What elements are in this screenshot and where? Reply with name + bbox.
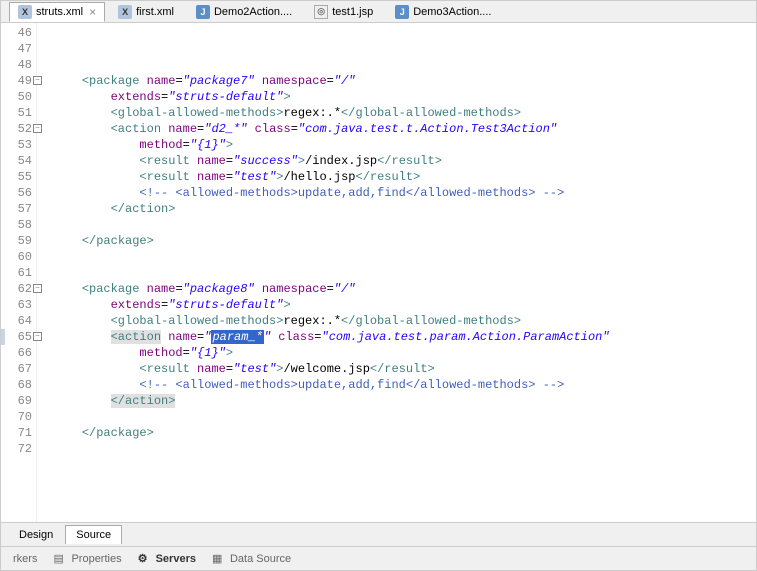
line-number: 54 [9, 153, 32, 169]
code-line[interactable]: <!-- <allowed-methods>update,add,find</a… [53, 377, 756, 393]
code-line[interactable] [53, 441, 756, 457]
code-line[interactable]: method="{1}"> [53, 345, 756, 361]
line-number: 69 [9, 393, 32, 409]
change-marker [1, 329, 5, 345]
line-number: 60 [9, 249, 32, 265]
fold-toggle-icon[interactable]: − [33, 124, 42, 133]
code-line[interactable]: <result name="success">/index.jsp</resul… [53, 153, 756, 169]
mode-tab-source[interactable]: Source [65, 525, 122, 544]
code-line[interactable] [53, 249, 756, 265]
code-line[interactable]: <result name="test">/welcome.jsp</result… [53, 361, 756, 377]
line-number: 55 [9, 169, 32, 185]
code-line[interactable] [53, 217, 756, 233]
code-line[interactable]: <global-allowed-methods>regex:.*</global… [53, 313, 756, 329]
code-line[interactable]: </package> [53, 425, 756, 441]
line-number: 57 [9, 201, 32, 217]
line-number: 50 [9, 89, 32, 105]
code-line[interactable]: <package name="package8" namespace="/" [53, 281, 756, 297]
line-number: 72 [9, 441, 32, 457]
fold-toggle-icon[interactable]: − [33, 284, 42, 293]
code-editor: 46474849−505152−53545556575859606162−636… [1, 23, 756, 522]
line-number: 59 [9, 233, 32, 249]
j-file-icon: J [395, 5, 409, 19]
line-number: 56 [9, 185, 32, 201]
tab-label: struts.xml [36, 6, 83, 18]
tab-demo3action-[interactable]: J Demo3Action.... [386, 2, 500, 22]
line-number: 63 [9, 297, 32, 313]
line-number: 47 [9, 41, 32, 57]
code-line[interactable]: </package> [53, 233, 756, 249]
view-servers[interactable]: ⚙ Servers [138, 552, 196, 566]
line-number: 68 [9, 377, 32, 393]
tab-label: Demo2Action.... [214, 6, 292, 18]
code-line[interactable]: </action> [53, 201, 756, 217]
line-number: 67 [9, 361, 32, 377]
fold-toggle-icon[interactable]: − [33, 76, 42, 85]
line-number: 64 [9, 313, 32, 329]
line-number: 66 [9, 345, 32, 361]
line-number: 46 [9, 25, 32, 41]
line-number: 48 [9, 57, 32, 73]
tab-test1-jsp[interactable]: ◎ test1.jsp [305, 2, 382, 22]
code-line[interactable]: <action name="d2_*" class="com.java.test… [53, 121, 756, 137]
line-number: 52− [9, 121, 32, 137]
tab-demo2action-[interactable]: J Demo2Action.... [187, 2, 301, 22]
view-data-source[interactable]: ▦ Data Source [212, 552, 291, 566]
line-number: 51 [9, 105, 32, 121]
j-file-icon: J [196, 5, 210, 19]
editor-mode-tabs: DesignSource [1, 522, 756, 546]
view-label: Servers [156, 553, 196, 565]
code-line[interactable] [53, 57, 756, 73]
servers-icon: ⚙ [138, 552, 152, 566]
code-line[interactable] [53, 409, 756, 425]
data source-icon: ▦ [212, 552, 226, 566]
code-line[interactable] [53, 41, 756, 57]
line-number: 58 [9, 217, 32, 233]
tab-struts-xml[interactable]: Xstruts.xml × [9, 2, 105, 22]
line-number: 65− [9, 329, 32, 345]
properties-icon: ▤ [53, 552, 67, 566]
x-file-icon: X [18, 5, 32, 19]
code-area[interactable]: <package name="package7" namespace="/" e… [37, 23, 756, 522]
line-number: 62− [9, 281, 32, 297]
view-properties[interactable]: ▤ Properties [53, 552, 121, 566]
view-label: Data Source [230, 553, 291, 565]
jsp-file-icon: ◎ [314, 5, 328, 19]
close-icon[interactable]: × [89, 5, 96, 19]
line-number: 53 [9, 137, 32, 153]
line-number: 71 [9, 425, 32, 441]
tab-label: first.xml [136, 6, 174, 18]
tab-label: Demo3Action.... [413, 6, 491, 18]
line-number: 70 [9, 409, 32, 425]
view-label: Properties [71, 553, 121, 565]
code-line[interactable]: <action name="param_*" class="com.java.t… [53, 329, 756, 345]
code-line[interactable]: method="{1}"> [53, 137, 756, 153]
code-line[interactable]: </action> [53, 393, 756, 409]
tab-first-xml[interactable]: Xfirst.xml [109, 2, 183, 22]
views-bar: rkers ▤ Properties ⚙ Servers ▦ Data Source [1, 546, 756, 570]
view-label: rkers [13, 553, 37, 565]
editor-tabs: Xstruts.xml × Xfirst.xml J Demo2Action.... ◎ t… [1, 1, 756, 23]
line-number: 49− [9, 73, 32, 89]
code-line[interactable]: <package name="package7" namespace="/" [53, 73, 756, 89]
code-line[interactable]: extends="struts-default"> [53, 89, 756, 105]
code-line[interactable] [53, 25, 756, 41]
code-line[interactable]: <global-allowed-methods>regex:.*</global… [53, 105, 756, 121]
code-line[interactable]: extends="struts-default"> [53, 297, 756, 313]
x-file-icon: X [118, 5, 132, 19]
tab-label: test1.jsp [332, 6, 373, 18]
code-line[interactable]: <!-- <allowed-methods>update,add,find</a… [53, 185, 756, 201]
view-rkers[interactable]: rkers [13, 553, 37, 565]
mode-tab-design[interactable]: Design [9, 526, 63, 544]
code-line[interactable] [53, 265, 756, 281]
fold-toggle-icon[interactable]: − [33, 332, 42, 341]
code-line[interactable]: <result name="test">/hello.jsp</result> [53, 169, 756, 185]
line-number: 61 [9, 265, 32, 281]
line-gutter: 46474849−505152−53545556575859606162−636… [1, 23, 37, 522]
